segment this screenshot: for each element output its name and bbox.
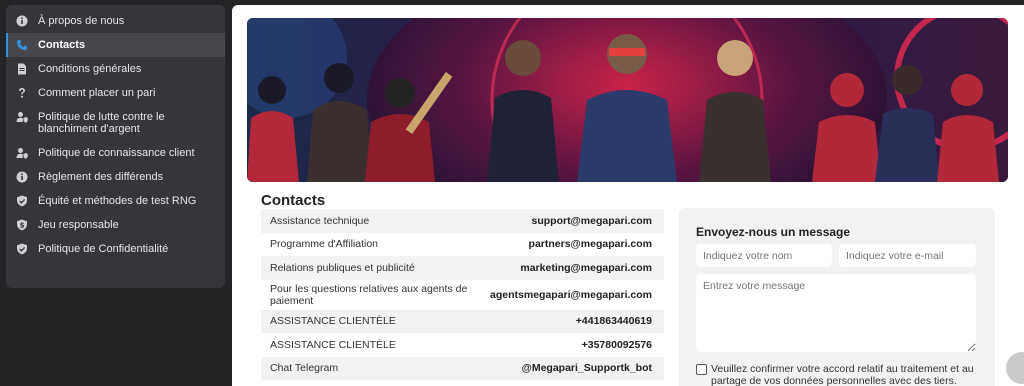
consent-checkbox[interactable] [696,364,707,375]
user-shield-icon [16,111,28,123]
hero-banner [247,18,1008,182]
contacts-table: Assistance technique support@megapari.co… [261,209,664,380]
main-panel: Contacts Assistance technique support@me… [232,5,1024,386]
sidebar-item-label: Contacts [38,39,86,51]
sidebar-item-privacy[interactable]: Politique de Confidentialité [6,237,225,261]
table-row: ASSISTANCE CLIENTÈLE +35780092576 [261,333,664,357]
contact-label: Chat Telegram [270,362,339,375]
sidebar-item-label: Équité et méthodes de test RNG [38,195,197,207]
message-form: Envoyez-nous un message Veuillez confirm… [679,208,995,386]
document-icon [16,63,28,75]
table-row: ASSISTANCE CLIENTÈLE +441863440619 [261,309,664,333]
sidebar-item-responsible-gaming[interactable]: $ Jeu responsable [6,213,225,237]
sidebar-item-about[interactable]: À propos de nous [6,9,225,33]
sidebar-item-terms[interactable]: Conditions générales [6,57,225,81]
sidebar-item-contacts[interactable]: Contacts [6,33,225,57]
sidebar-item-label: Politique de Confidentialité [38,243,169,255]
contact-label: ASSISTANCE CLIENTÈLE [270,338,396,351]
contact-value[interactable]: +441863440619 [576,315,652,327]
sidebar-item-label: À propos de nous [38,15,125,27]
sidebar-item-aml[interactable]: Politique de lutte contre le blanchiment… [6,105,225,141]
contact-value[interactable]: marketing@megapari.com [520,262,652,274]
email-input[interactable] [839,244,976,267]
info-icon [16,15,28,27]
question-icon [16,87,28,99]
contact-value[interactable]: support@megapari.com [531,215,652,227]
sidebar-item-kyc[interactable]: Politique de connaissance client [6,141,225,165]
sidebar-item-disputes[interactable]: Règlement des différends [6,165,225,189]
banner-illustration [247,18,1008,182]
contact-value[interactable]: partners@megapari.com [529,238,652,250]
contact-value[interactable]: @Megapari_Supportk_bot [522,362,652,374]
contact-value[interactable]: +35780092576 [582,339,652,351]
consent-checkbox-row[interactable]: Veuillez confirmer votre accord relatif … [696,363,986,386]
contact-label: Programme d'Affiliation [270,238,379,251]
table-row: Assistance technique support@megapari.co… [261,209,664,233]
sidebar-item-label: Politique de lutte contre le blanchiment… [38,111,165,135]
contact-label: Relations publiques et publicité [270,261,415,274]
sidebar-item-rng[interactable]: Équité et méthodes de test RNG [6,189,225,213]
form-title: Envoyez-nous un message [696,225,851,239]
contact-label: Pour les questions relatives aux agents … [270,282,468,307]
sidebar-item-label: Comment placer un pari [38,87,156,99]
sidebar-item-label: Règlement des différends [38,171,164,183]
shield-dollar-icon: $ [16,219,28,231]
table-row: Programme d'Affiliation partners@megapar… [261,233,664,257]
svg-text:$: $ [20,222,25,230]
consent-text: Veuillez confirmer votre accord relatif … [711,363,974,386]
info-icon [16,171,28,183]
table-row: Chat Telegram @Megapari_Supportk_bot [261,356,664,380]
table-row: Pour les questions relatives aux agents … [261,280,664,310]
sidebar-item-how-to-bet[interactable]: Comment placer un pari [6,81,225,105]
contact-value[interactable]: agentsmegapari@megapari.com [490,289,652,301]
name-input[interactable] [696,244,832,267]
page-title: Contacts [261,192,326,209]
message-textarea[interactable] [696,274,976,352]
user-shield-icon [16,147,28,159]
sidebar-item-label: Jeu responsable [38,219,119,231]
sidebar-nav: À propos de nous Contacts Conditions gén… [6,5,225,288]
table-row: Relations publiques et publicité marketi… [261,256,664,280]
phone-icon [16,39,28,51]
sidebar-item-label: Conditions générales [38,63,142,75]
contact-label: ASSISTANCE CLIENTÈLE [270,315,396,328]
contact-label: Assistance technique [270,214,370,227]
shield-check-icon [16,195,28,207]
shield-check-icon [16,243,28,255]
sidebar-item-label: Politique de connaissance client [38,147,195,159]
